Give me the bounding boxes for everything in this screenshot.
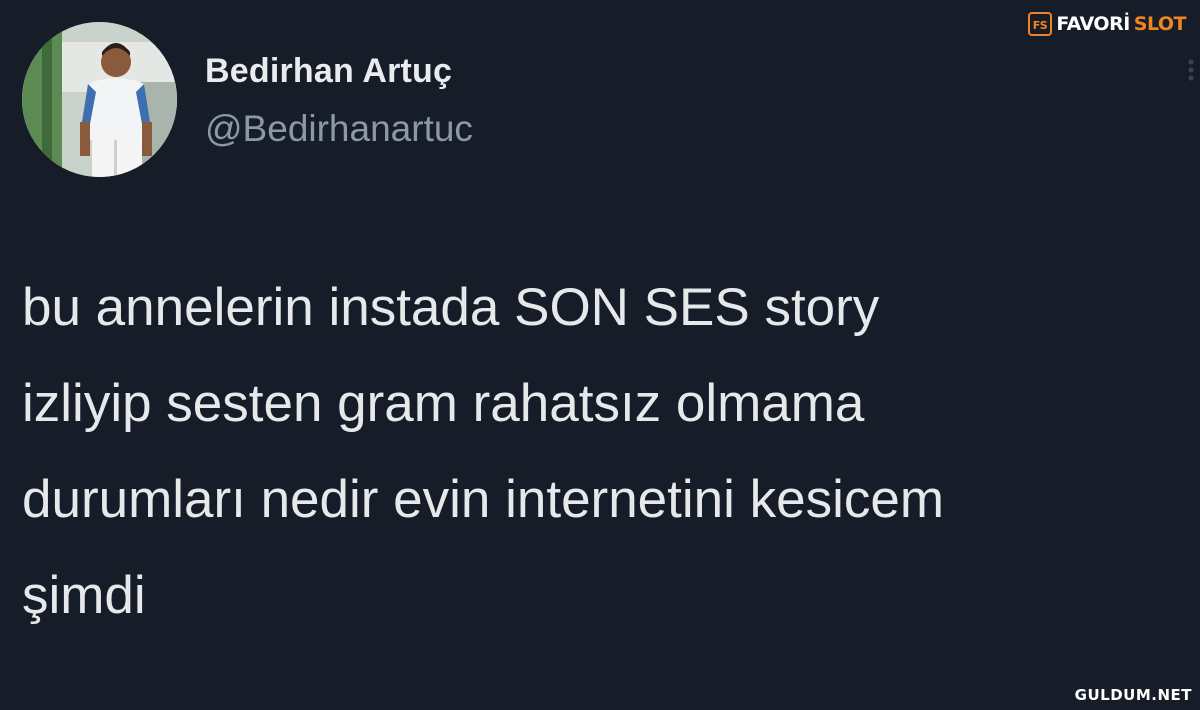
- favorislot-logo-icon: FS: [1028, 12, 1053, 36]
- guldum-watermark: GULDUM.NET: [1074, 686, 1192, 704]
- tweet-line: bu annelerin instada SON SES story: [22, 278, 880, 337]
- more-icon[interactable]: [1186, 58, 1196, 82]
- author-name[interactable]: Bedirhan Artuç: [205, 52, 452, 91]
- avatar-photo: [22, 22, 177, 177]
- tweet-line: şimdi: [22, 566, 146, 625]
- tweet-card: Bedirhan Artuç @Bedirhanartuc bu anneler…: [0, 0, 1200, 710]
- author-handle[interactable]: @Bedirhanartuc: [205, 108, 473, 150]
- avatar[interactable]: [22, 22, 177, 177]
- tweet-text: bu annelerin instada SON SES story izliy…: [22, 260, 1192, 644]
- favorislot-watermark: FS FAVORİ SLOT: [1028, 12, 1187, 36]
- tweet-line: durumları nedir evin internetini kesicem: [22, 470, 945, 529]
- watermark-text-primary: FAVORİ: [1056, 13, 1130, 35]
- tweet-line: izliyip sesten gram rahatsız olmama: [22, 374, 865, 433]
- watermark-text-accent: SLOT: [1133, 13, 1187, 35]
- svg-text:FS: FS: [1033, 19, 1048, 32]
